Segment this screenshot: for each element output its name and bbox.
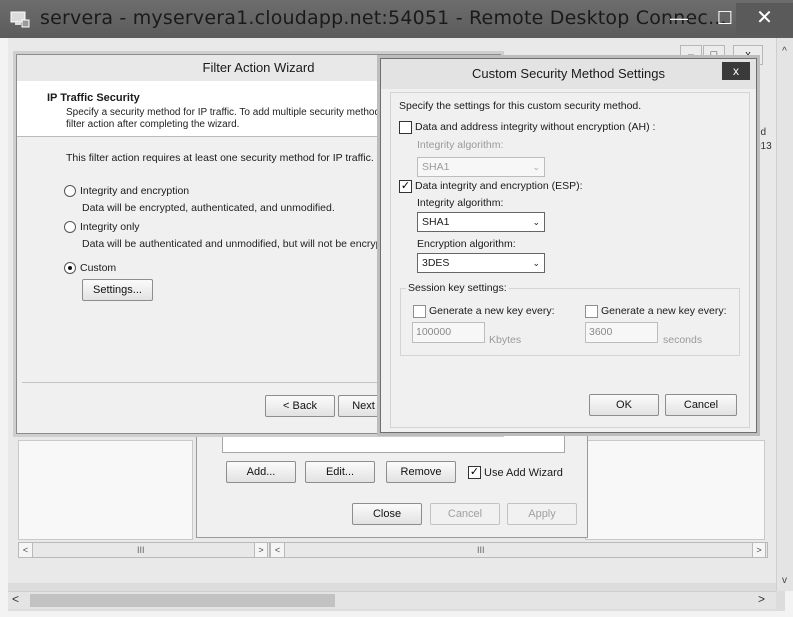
seconds-rekey-checkbox[interactable]: [585, 305, 598, 318]
wizard-description-line: filter action after completing the wizar…: [66, 119, 240, 130]
remove-button[interactable]: Remove: [386, 461, 456, 483]
scroll-up-arrow-icon[interactable]: ^: [776, 46, 793, 62]
left-pane-horizontal-scrollbar[interactable]: < III >: [18, 542, 270, 558]
cancel-button[interactable]: Cancel: [665, 394, 737, 416]
integrity-only-label[interactable]: Integrity only: [80, 221, 140, 233]
integrity-and-encryption-label[interactable]: Integrity and encryption: [80, 185, 189, 197]
minimize-button[interactable]: —: [656, 3, 702, 35]
remote-desktop-icon: [10, 11, 30, 28]
session-key-settings-label: Session key settings:: [406, 282, 509, 294]
horizontal-scrollbar-thumb[interactable]: [30, 594, 335, 607]
seconds-value-input[interactable]: 3600: [585, 322, 658, 343]
background-right-pane: [585, 440, 765, 540]
wizard-intro-text: This filter action requires at least one…: [66, 152, 374, 164]
ah-checkbox[interactable]: [399, 121, 412, 134]
esp-label[interactable]: Data integrity and encryption (ESP):: [415, 180, 583, 192]
background-column-header-fragment: ed 013: [755, 127, 772, 152]
wizard-description: Specify a security method for IP traffic…: [66, 107, 384, 131]
esp-integrity-algorithm-select[interactable]: SHA1 ⌄: [417, 212, 545, 232]
scroll-left-arrow-icon[interactable]: <: [271, 543, 285, 557]
integrity-and-encryption-radio[interactable]: [64, 185, 76, 197]
wizard-heading: IP Traffic Security: [47, 92, 140, 104]
chevron-down-icon: ⌄: [532, 162, 540, 172]
seconds-rekey-label[interactable]: Generate a new key every:: [601, 305, 726, 317]
edit-button[interactable]: Edit...: [305, 461, 375, 483]
close-dialog-button[interactable]: Close: [352, 503, 422, 525]
chevron-down-icon: ⌄: [532, 258, 540, 268]
esp-encryption-algorithm-select[interactable]: 3DES ⌄: [417, 253, 545, 273]
scroll-right-arrow-icon[interactable]: >: [254, 543, 268, 557]
scroll-down-arrow-icon[interactable]: v: [776, 575, 793, 591]
use-add-wizard-checkbox[interactable]: ✓: [468, 466, 481, 479]
custom-radio[interactable]: [64, 262, 76, 274]
kbytes-unit-label: Kbytes: [489, 334, 522, 346]
esp-integrity-algorithm-value: SHA1: [422, 216, 450, 228]
esp-encryption-algorithm-label: Encryption algorithm:: [417, 238, 516, 250]
chevron-down-icon: ⌄: [532, 217, 540, 227]
integrity-only-radio[interactable]: [64, 221, 76, 233]
scrollbar-grip-icon[interactable]: III: [477, 543, 485, 557]
ah-integrity-algorithm-select[interactable]: SHA1 ⌄: [417, 157, 545, 177]
ah-label[interactable]: Data and address integrity without encry…: [415, 121, 655, 133]
scrollbar-grip-icon[interactable]: III: [137, 543, 145, 557]
scroll-left-arrow-icon[interactable]: <: [19, 543, 33, 557]
window-title: servera - myservera1.cloudapp.net:54051 …: [40, 7, 727, 29]
wizard-description-line: Specify a security method for IP traffic…: [66, 107, 384, 118]
add-button[interactable]: Add...: [226, 461, 296, 483]
ah-integrity-algorithm-value: SHA1: [422, 161, 450, 173]
close-icon[interactable]: x: [722, 62, 750, 80]
custom-security-dialog-title[interactable]: Custom Security Method Settings: [381, 59, 756, 89]
custom-label[interactable]: Custom: [80, 262, 116, 274]
esp-integrity-algorithm-label: Integrity algorithm:: [417, 197, 504, 209]
close-button[interactable]: ✕: [736, 3, 793, 35]
integrity-and-encryption-description: Data will be encrypted, authenticated, a…: [82, 202, 335, 214]
esp-checkbox[interactable]: ✓: [399, 180, 412, 193]
seconds-unit-label: seconds: [663, 334, 703, 346]
custom-security-intro: Specify the settings for this custom sec…: [399, 100, 642, 112]
esp-encryption-algorithm-value: 3DES: [422, 257, 450, 269]
kbytes-rekey-label[interactable]: Generate a new key every:: [429, 305, 554, 317]
scroll-left-arrow-icon[interactable]: <: [12, 592, 19, 606]
ah-integrity-algorithm-label: Integrity algorithm:: [417, 139, 504, 151]
vertical-scrollbar[interactable]: [776, 38, 793, 591]
kbytes-rekey-checkbox[interactable]: [413, 305, 426, 318]
cancel-button[interactable]: Cancel: [430, 503, 500, 525]
right-pane-horizontal-scrollbar[interactable]: < III >: [270, 542, 768, 558]
settings-button[interactable]: Settings...: [82, 279, 153, 301]
apply-button[interactable]: Apply: [507, 503, 577, 525]
ok-button[interactable]: OK: [589, 394, 659, 416]
integrity-only-description: Data will be authenticated and unmodifie…: [82, 238, 382, 250]
scroll-right-arrow-icon[interactable]: >: [758, 592, 765, 606]
back-button[interactable]: < Back: [265, 395, 335, 417]
background-left-pane: [18, 440, 193, 540]
scroll-right-arrow-icon[interactable]: >: [752, 543, 766, 557]
use-add-wizard-label: Use Add Wizard: [484, 467, 563, 479]
kbytes-value-input[interactable]: 100000: [412, 322, 485, 343]
